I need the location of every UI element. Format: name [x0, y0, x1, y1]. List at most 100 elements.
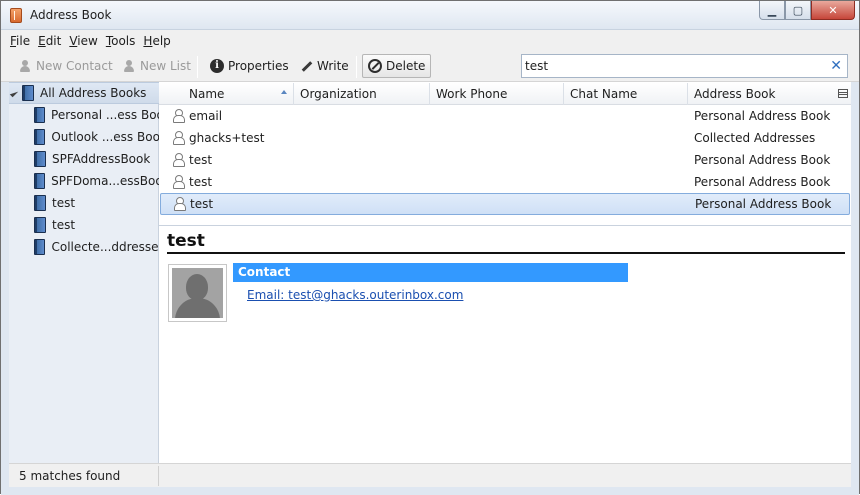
- tree-item-personal[interactable]: Personal ...ess Book: [9, 104, 159, 126]
- info-icon: i: [210, 59, 224, 73]
- cell-address-book: Collected Addresses: [694, 131, 816, 145]
- address-book-window: Address Book ▁ ▢ ✕ File Edit View Tools …: [0, 0, 860, 495]
- tree-item-collected[interactable]: Collecte...ddresses: [9, 236, 159, 258]
- contact-list-header: Name Organization Work Phone Chat Name A…: [159, 83, 851, 105]
- menu-bar: File Edit View Tools Help: [1, 30, 859, 52]
- table-row[interactable]: email Personal Address Book: [159, 105, 851, 127]
- search-input[interactable]: [525, 58, 825, 74]
- tree-item-label: test: [52, 196, 76, 210]
- delete-icon: [368, 59, 382, 73]
- cell-name: test: [189, 153, 213, 167]
- address-book-icon: [22, 85, 34, 101]
- column-header-name[interactable]: Name: [159, 83, 294, 105]
- tree-item-label: Personal ...ess Book: [51, 108, 159, 122]
- contact-icon: [172, 152, 185, 167]
- column-header-chat-name[interactable]: Chat Name: [564, 83, 688, 105]
- contact-icon: [172, 108, 185, 123]
- address-book-icon: [34, 239, 46, 255]
- tree-item-outlook[interactable]: Outlook ...ess Book: [9, 126, 159, 148]
- address-book-tree: All Address Books Personal ...ess Book O…: [9, 82, 159, 463]
- toolbar-separator: [197, 56, 198, 78]
- cell-name: test: [189, 175, 213, 189]
- window-frame-right: [851, 82, 859, 495]
- tree-item-spfdomain[interactable]: SPFDoma...essBook: [9, 170, 159, 192]
- tree-item-spfaddressbook[interactable]: SPFAddressBook: [9, 148, 159, 170]
- minimize-button[interactable]: ▁: [759, 1, 785, 20]
- maximize-button[interactable]: ▢: [785, 1, 811, 20]
- delete-button[interactable]: Delete: [362, 54, 432, 78]
- menu-label: dit: [45, 34, 62, 48]
- address-book-icon: [34, 217, 46, 233]
- cell-address-book: Personal Address Book: [694, 153, 831, 167]
- maximize-icon: ▢: [792, 3, 804, 17]
- tree-item-label: All Address Books: [40, 86, 147, 100]
- contact-section-heading: Contact: [233, 263, 628, 282]
- cell-name: test: [190, 197, 214, 211]
- tree-item-label: SPFDoma...essBook: [51, 174, 159, 188]
- table-row[interactable]: ghacks+test Collected Addresses: [159, 127, 851, 149]
- tree-item-all-address-books[interactable]: All Address Books: [9, 82, 159, 104]
- cell-name: ghacks+test: [189, 131, 265, 145]
- search-box: ✕: [521, 54, 848, 78]
- cell-address-book: Personal Address Book: [694, 175, 831, 189]
- table-row[interactable]: test Personal Address Book: [159, 171, 851, 193]
- menu-accelerator: E: [38, 34, 46, 48]
- pen-icon: [299, 59, 313, 73]
- column-picker-icon[interactable]: [838, 89, 848, 98]
- address-book-icon: [34, 195, 46, 211]
- new-contact-button[interactable]: New Contact: [13, 54, 118, 78]
- address-book-icon: [34, 129, 46, 145]
- close-button[interactable]: ✕: [811, 1, 855, 20]
- table-row-selected[interactable]: test Personal Address Book: [160, 193, 850, 215]
- contact-icon: [172, 174, 185, 189]
- menu-edit[interactable]: Edit: [38, 34, 61, 48]
- expand-arrow-icon[interactable]: [9, 88, 19, 98]
- menu-file[interactable]: File: [10, 34, 30, 48]
- cell-address-book: Personal Address Book: [695, 197, 832, 211]
- window-frame-left: [1, 82, 9, 495]
- pane-splitter[interactable]: [159, 225, 851, 226]
- cell-name: email: [189, 109, 223, 123]
- column-header-organization[interactable]: Organization: [294, 83, 430, 105]
- properties-button[interactable]: i Properties: [205, 54, 294, 78]
- column-header-label: Name: [189, 87, 225, 101]
- write-button[interactable]: Write: [294, 54, 354, 78]
- status-bar: 5 matches found: [9, 463, 851, 487]
- column-header-label: Chat Name: [570, 87, 638, 101]
- new-list-icon: [122, 59, 136, 73]
- avatar-head: [186, 274, 208, 300]
- window-title: Address Book: [30, 8, 112, 22]
- menu-view[interactable]: View: [69, 34, 97, 48]
- email-link[interactable]: Email: test@ghacks.outerinbox.com: [247, 288, 463, 302]
- menu-tools[interactable]: Tools: [106, 34, 136, 48]
- status-text: 5 matches found: [19, 469, 121, 483]
- status-separator: [158, 466, 159, 486]
- new-contact-label: New Contact: [36, 59, 113, 73]
- contact-photo: [168, 264, 227, 322]
- new-contact-icon: [18, 59, 32, 73]
- properties-label: Properties: [228, 59, 289, 73]
- column-header-work-phone[interactable]: Work Phone: [430, 83, 564, 105]
- title-bar: Address Book ▁ ▢ ✕: [1, 1, 859, 30]
- tree-item-test[interactable]: test: [9, 192, 159, 214]
- heading-divider: [167, 252, 845, 254]
- contact-icon: [172, 130, 185, 145]
- column-header-address-book[interactable]: Address Book: [688, 83, 851, 105]
- menu-label: ile: [16, 34, 31, 48]
- tree-item-label: Collecte...ddresses: [51, 240, 159, 254]
- tree-item-label: Outlook ...ess Book: [51, 130, 159, 144]
- contact-icon: [173, 196, 186, 211]
- clear-search-icon[interactable]: ✕: [830, 58, 842, 74]
- sort-ascending-icon: [281, 90, 287, 94]
- write-label: Write: [317, 59, 349, 73]
- new-list-button[interactable]: New List: [117, 54, 196, 78]
- column-header-label: Address Book: [694, 87, 776, 101]
- minimize-icon: ▁: [767, 3, 777, 17]
- toolbar-separator: [356, 56, 357, 78]
- table-row[interactable]: test Personal Address Book: [159, 149, 851, 171]
- close-icon: ✕: [828, 3, 838, 17]
- window-controls: ▁ ▢ ✕: [759, 1, 855, 20]
- tree-item-test[interactable]: test: [9, 214, 159, 236]
- address-book-icon: [34, 173, 46, 189]
- menu-help[interactable]: Help: [143, 34, 170, 48]
